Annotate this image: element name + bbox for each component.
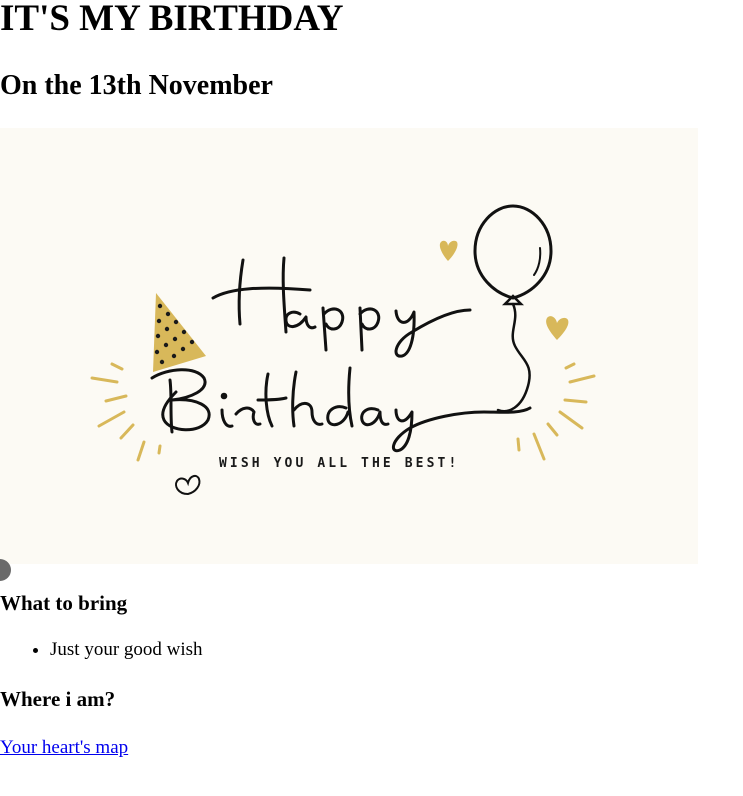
heart-icon <box>546 316 569 340</box>
birthday-card-illustration <box>90 204 596 496</box>
bring-list: Just your good wish <box>0 638 203 662</box>
list-item: Just your good wish <box>50 638 203 662</box>
heart-icon <box>439 240 458 261</box>
happy-script-lettering <box>211 256 472 358</box>
wish-text: WISH YOU ALL THE BEST! <box>219 456 460 471</box>
heart-map-link[interactable]: Your heart's map <box>0 736 128 760</box>
heart-icon <box>175 474 201 496</box>
where-heading: Where i am? <box>0 687 116 711</box>
birthday-script-lettering <box>150 366 532 453</box>
birthday-card-image: WISH YOU ALL THE BEST! <box>0 128 698 564</box>
page: IT'S MY BIRTHDAY On the 13th November WI… <box>0 0 743 796</box>
what-to-bring-heading: What to bring <box>0 591 128 615</box>
page-title: IT'S MY BIRTHDAY <box>0 0 344 39</box>
page-subtitle: On the 13th November <box>0 70 273 101</box>
party-hat-icon <box>153 293 206 372</box>
balloon-icon <box>473 204 553 413</box>
left-sparkle-lines <box>90 362 162 462</box>
